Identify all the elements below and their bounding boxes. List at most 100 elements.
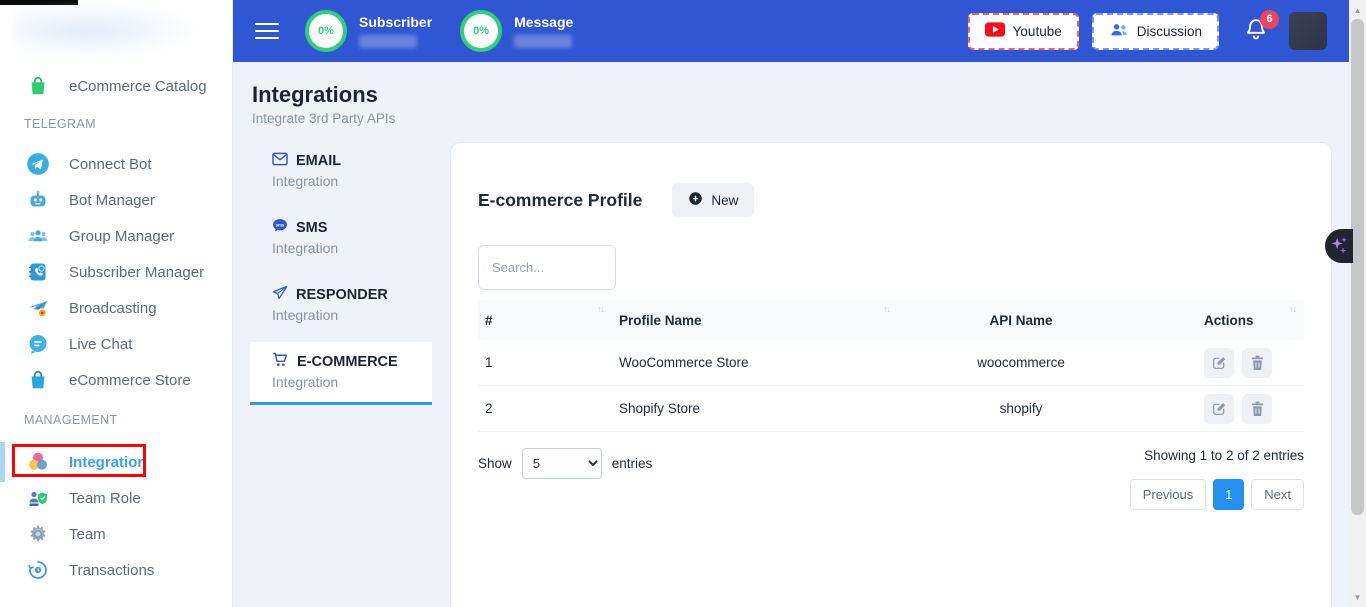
table-row: 1 WooCommerce Store woocommerce bbox=[478, 340, 1304, 386]
sidebar-item-label: Live Chat bbox=[69, 336, 132, 353]
show-label: Show bbox=[478, 456, 512, 471]
previous-page-button[interactable]: Previous bbox=[1130, 479, 1207, 510]
plus-circle-icon bbox=[688, 191, 703, 209]
envelope-icon bbox=[272, 152, 288, 170]
subnav-subtitle: Integration bbox=[272, 173, 432, 189]
hamburger-menu-icon[interactable] bbox=[255, 18, 279, 44]
subscriber-progress-ring: 0% bbox=[305, 10, 347, 52]
sidebar-item-subscriber-manager[interactable]: Subscriber Manager bbox=[0, 254, 232, 290]
page-size-select[interactable]: 5 bbox=[522, 448, 602, 479]
sort-icon: ↑↓ bbox=[597, 304, 604, 314]
column-header-num[interactable]: # ↑↓ bbox=[478, 300, 612, 340]
paper-plane-icon bbox=[272, 285, 288, 304]
search-input[interactable] bbox=[478, 245, 616, 290]
notifications-bell[interactable]: 6 bbox=[1243, 16, 1269, 47]
delete-button[interactable] bbox=[1242, 394, 1272, 424]
subscriber-stat: 0% Subscriber bbox=[305, 10, 432, 52]
svg-text:sms: sms bbox=[276, 223, 285, 228]
sort-icon: ↑↓ bbox=[1289, 304, 1296, 314]
subnav-item-sms[interactable]: sms SMS Integration bbox=[250, 208, 432, 268]
page-1-button[interactable]: 1 bbox=[1213, 479, 1244, 510]
youtube-button-label: Youtube bbox=[1013, 24, 1062, 39]
column-header-api-name[interactable]: API Name bbox=[898, 300, 1144, 340]
transactions-clock-icon bbox=[24, 556, 52, 584]
subnav-item-email[interactable]: EMAIL Integration bbox=[250, 142, 432, 201]
row-api-name: woocommerce bbox=[898, 355, 1144, 370]
column-header-actions[interactable]: Actions ↑↓ bbox=[1144, 300, 1304, 340]
ai-assistant-fab[interactable] bbox=[1325, 229, 1353, 263]
subscriber-stat-label: Subscriber bbox=[359, 14, 432, 30]
column-header-profile-name[interactable]: Profile Name ↑↓ bbox=[612, 300, 898, 340]
sidebar-item-live-chat[interactable]: Live Chat bbox=[0, 326, 232, 362]
message-stat-label: Message bbox=[514, 14, 573, 30]
subnav-subtitle: Integration bbox=[272, 374, 432, 390]
page-title: Integrations bbox=[252, 82, 1349, 108]
sidebar-item-ecommerce-catalog[interactable]: eCommerce Catalog bbox=[0, 68, 232, 104]
table-row: 2 Shopify Store shopify bbox=[478, 386, 1304, 432]
youtube-button[interactable]: Youtube bbox=[968, 13, 1079, 50]
main-content: Integrations Integrate 3rd Party APIs EM… bbox=[233, 62, 1349, 607]
subnav-subtitle: Integration bbox=[272, 307, 432, 323]
subnav-title-text: EMAIL bbox=[296, 153, 341, 169]
notification-count-badge: 6 bbox=[1260, 10, 1279, 29]
robot-icon bbox=[24, 186, 52, 214]
cart-icon bbox=[272, 352, 289, 371]
shopping-bag-green-icon bbox=[24, 72, 52, 100]
card-title: E-commerce Profile bbox=[478, 190, 642, 211]
shopping-bag-blue-icon bbox=[24, 366, 52, 394]
sidebar-item-team-role[interactable]: Team Role bbox=[0, 480, 232, 516]
integration-subnav: EMAIL Integration sms SMS Integration bbox=[250, 142, 432, 607]
discussion-button[interactable]: Discussion bbox=[1092, 13, 1219, 50]
scroll-up-arrow[interactable]: ▲ bbox=[1349, 2, 1366, 18]
subnav-subtitle: Integration bbox=[272, 240, 432, 256]
logo-blurred bbox=[14, 4, 194, 56]
ecommerce-profile-card: E-commerce Profile New # ↑↓ Profile bbox=[450, 142, 1332, 607]
team-gear-icon: ⚙ bbox=[24, 520, 52, 548]
sms-bubble-icon: sms bbox=[272, 218, 288, 237]
edit-button[interactable] bbox=[1204, 394, 1234, 424]
sidebar-item-connect-bot[interactable]: Connect Bot bbox=[0, 146, 232, 182]
sidebar-item-broadcasting[interactable]: Broadcasting bbox=[0, 290, 232, 326]
sidebar-item-bot-manager[interactable]: Bot Manager bbox=[0, 182, 232, 218]
subnav-item-responder[interactable]: RESPONDER Integration bbox=[250, 275, 432, 335]
profiles-table: # ↑↓ Profile Name ↑↓ API Name Actions ↑↓ bbox=[478, 300, 1304, 432]
broadcast-plane-icon bbox=[24, 294, 52, 322]
message-progress-ring: 0% bbox=[460, 10, 502, 52]
users-icon bbox=[1109, 21, 1129, 42]
integration-circles-icon bbox=[24, 448, 52, 476]
subnav-title-text: E-COMMERCE bbox=[297, 354, 398, 370]
scrollbar-thumb[interactable] bbox=[1351, 19, 1364, 515]
edit-icon bbox=[1211, 355, 1227, 371]
edit-button[interactable] bbox=[1204, 348, 1234, 378]
new-profile-button[interactable]: New bbox=[672, 183, 754, 217]
sidebar-item-ecommerce-store[interactable]: eCommerce Store bbox=[0, 362, 232, 398]
sort-icon: ↑↓ bbox=[883, 304, 890, 314]
sidebar: eCommerce Catalog TELEGRAM Connect Bot B… bbox=[0, 0, 233, 607]
trash-icon bbox=[1250, 355, 1265, 371]
discussion-button-label: Discussion bbox=[1137, 24, 1202, 39]
delete-button[interactable] bbox=[1242, 348, 1272, 378]
subnav-item-ecommerce[interactable]: E-COMMERCE Integration bbox=[250, 342, 432, 405]
sidebar-item-transactions[interactable]: Transactions bbox=[0, 552, 232, 588]
sidebar-item-label: Connect Bot bbox=[69, 156, 152, 173]
sidebar-item-label: Bot Manager bbox=[69, 192, 155, 209]
sidebar-item-integration[interactable]: Integration bbox=[0, 444, 232, 480]
active-indicator-bar bbox=[0, 442, 5, 482]
scroll-down-arrow[interactable]: ▼ bbox=[1349, 589, 1366, 605]
user-avatar[interactable] bbox=[1289, 12, 1327, 50]
vertical-scrollbar: ▲ ▼ bbox=[1349, 0, 1366, 607]
sidebar-item-team[interactable]: ⚙ Team bbox=[0, 516, 232, 552]
chat-bubble-icon bbox=[24, 330, 52, 358]
row-profile-name: Shopify Store bbox=[612, 401, 898, 416]
message-stat-blurred-value bbox=[514, 35, 572, 48]
sidebar-item-label: Broadcasting bbox=[69, 300, 157, 317]
sidebar-item-label: Group Manager bbox=[69, 228, 174, 245]
next-page-button[interactable]: Next bbox=[1251, 479, 1304, 510]
showing-entries-text: Showing 1 to 2 of 2 entries bbox=[1144, 448, 1304, 463]
sidebar-item-group-manager[interactable]: Group Manager bbox=[0, 218, 232, 254]
subnav-title-text: SMS bbox=[296, 220, 327, 236]
topbar: 0% Subscriber 0% Message Youtube Discuss… bbox=[233, 0, 1349, 62]
role-shield-icon bbox=[24, 484, 52, 512]
row-profile-name: WooCommerce Store bbox=[612, 355, 898, 370]
message-stat: 0% Message bbox=[460, 10, 573, 52]
